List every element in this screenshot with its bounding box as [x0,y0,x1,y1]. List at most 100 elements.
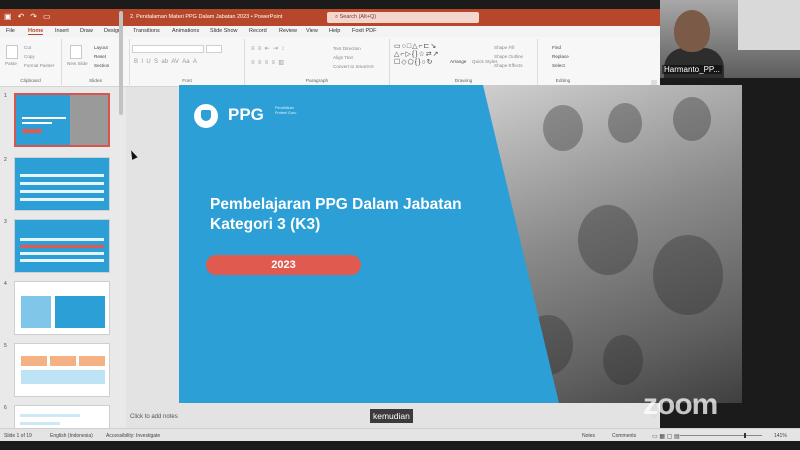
tab-review[interactable]: Review [279,28,297,34]
language-indicator[interactable]: English (Indonesia) [50,433,93,439]
notes-placeholder[interactable]: Click to add notes [130,414,178,420]
text-direction-button[interactable]: Text Direction [333,46,361,51]
accessibility-indicator[interactable]: Accessibility: Investigate [106,433,160,439]
paste-button[interactable]: Paste [5,61,17,66]
live-caption: kemudian [370,409,413,423]
tab-insert[interactable]: Insert [55,28,69,34]
tab-file[interactable]: File [6,28,15,34]
paste-icon[interactable] [6,45,18,59]
thumb-line [20,190,104,193]
slide-thumbnail-3[interactable] [14,219,110,273]
status-bar: Slide 1 of 19 English (Indonesia) Access… [0,428,800,441]
year-badge: 2023 [206,255,361,275]
tab-draw[interactable]: Draw [80,28,93,34]
select-button[interactable]: Select [552,63,565,68]
tab-view[interactable]: View [306,28,318,34]
ppg-logo-text: PPG [228,105,264,124]
clipboard-label: Clipboard [20,79,41,84]
ribbon: Paste Cut Copy Format Painter Clipboard … [0,37,660,87]
list-buttons[interactable]: ≡ ≡ ⇤ ⇥ ↕ [251,45,284,52]
tab-transitions[interactable]: Transitions [133,28,160,34]
layout-button[interactable]: Layout [94,45,108,50]
tab-record[interactable]: Record [249,28,267,34]
copy-button[interactable]: Copy [24,54,35,59]
search-box[interactable]: ⌕ Search (Alt+Q) [327,12,479,23]
comments-button[interactable]: Comments [612,433,636,439]
participant-name: Harmanto_PP... [662,65,722,74]
slide-thumbnail-panel: 1 2 3 4 5 6 [0,87,126,437]
participant-face [674,10,710,52]
screen: ▣ ↶ ↷ ▭ 2. Pendalaman Materi PPG Dalam J… [0,0,800,450]
tab-help[interactable]: Help [329,28,340,34]
notes-button[interactable]: Notes [582,433,595,439]
drawing-group: ▭○□△⌐⊏↘ △⌐▷{}☆⇄↗ ☐◇⬠{}○↻ Arrange Quick Sty… [390,39,538,85]
convert-smartart-button[interactable]: Convert to SmartArt [333,64,374,69]
current-slide[interactable]: PPG Pendidikan Profesi Guru Pembelajaran… [179,85,742,403]
font-format-buttons[interactable]: B I U S ab AV Aa A [134,59,197,65]
shape-effects-button[interactable]: Shape Effects [494,63,523,68]
thumb-line [20,259,104,262]
thumb-number: 4 [4,281,7,287]
align-text-button[interactable]: Align Text [333,55,353,60]
align-buttons[interactable]: ≡ ≡ ≡ ≡ ▥ [251,59,284,66]
format-painter-button[interactable]: Format Painter [24,63,54,68]
new-slide-icon[interactable] [70,45,82,59]
thumb-box [21,370,105,384]
thumb-line [20,252,104,255]
new-slide-button[interactable]: New Slide [67,61,91,66]
find-button[interactable]: Find [552,45,561,50]
thumb-line [20,422,60,425]
tab-home[interactable]: Home [28,28,44,35]
tab-slide-show[interactable]: Slide Show [210,28,238,34]
thumb-number: 3 [4,219,7,225]
zoom-level[interactable]: 141% [774,433,787,439]
thumbnail-scrollbar[interactable] [119,11,123,115]
paragraph-label: Paragraph [305,79,329,84]
clipboard-group: Paste Cut Copy Format Painter Clipboard [0,39,62,85]
thumb-image [21,296,51,328]
undo-icon[interactable]: ↶ [18,12,25,22]
thumb-title-line [22,117,66,119]
arrange-button[interactable]: Arrange [450,59,466,64]
save-icon[interactable]: ▣ [4,12,12,22]
section-button[interactable]: Section [94,63,109,68]
ribbon-tabs: File Home Insert Draw Design Transitions… [0,26,660,37]
slide-thumbnail-4[interactable] [14,281,110,335]
tab-foxit-pdf[interactable]: Foxit PDF [352,28,376,34]
slide-thumbnail-2[interactable] [14,157,110,211]
cut-button[interactable]: Cut [24,45,31,50]
blue-panel [179,85,559,403]
thumb-box [55,296,105,328]
font-group: B I U S ab AV Aa A Font [130,39,245,85]
present-icon[interactable]: ▭ [43,12,51,22]
drawing-label: Drawing [454,79,473,84]
shape-fill-button[interactable]: Shape Fill [494,45,514,50]
title-bar: ▣ ↶ ↷ ▭ 2. Pendalaman Materi PPG Dalam J… [0,9,660,26]
slide-thumbnail-5[interactable] [14,343,110,397]
replace-button[interactable]: Replace [552,54,569,59]
search-placeholder: Search (Alt+Q) [339,14,377,20]
thumb-line [20,198,104,201]
thumb-box [21,356,47,366]
zoom-slider[interactable] [680,433,762,438]
reset-button[interactable]: Reset [94,54,106,59]
shapes-gallery[interactable]: ▭○□△⌐⊏↘ △⌐▷{}☆⇄↗ ☐◇⬠{}○↻ [394,43,446,71]
ppg-logo-subtext: Pendidikan Profesi Guru [275,106,297,115]
font-label: Font [182,79,192,84]
font-size-field[interactable] [206,45,222,53]
slide-thumbnail-1[interactable] [14,93,110,147]
shape-outline-button[interactable]: Shape Outline [494,54,523,59]
thumb-year-pill [22,129,42,133]
slide-diagonal-panel [179,85,559,403]
thumb-title-line [22,122,52,124]
thumb-line [20,238,104,241]
font-name-field[interactable] [132,45,204,53]
slide-count: Slide 1 of 19 [4,433,32,439]
redo-icon[interactable]: ↷ [30,12,37,22]
tab-animations[interactable]: Animations [172,28,199,34]
participant-video[interactable]: Harmanto_PP... [660,0,800,78]
tut-wuri-logo-icon [194,104,218,128]
video-background [738,0,800,50]
view-buttons[interactable]: ▭ ▦ ▢ ▤ [652,433,680,440]
thumb-line [20,414,80,417]
